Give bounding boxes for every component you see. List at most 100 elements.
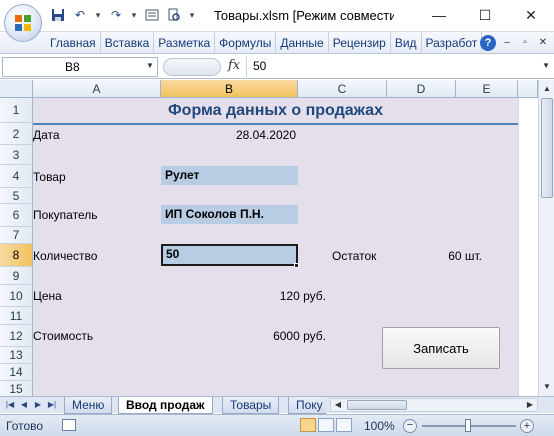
status-ready: Готово [6, 419, 44, 433]
expand-formula-bar-icon[interactable]: ▼ [542, 61, 550, 70]
normal-view-icon[interactable] [300, 418, 316, 432]
date-value[interactable]: 28.04.2020 [200, 128, 296, 142]
product-input[interactable]: Рулет [161, 166, 298, 185]
row-header-11[interactable]: 11 [0, 307, 33, 325]
zoom-level[interactable]: 100% [364, 419, 395, 433]
row-header-7[interactable]: 7 [0, 227, 33, 244]
vertical-scroll-thumb[interactable] [541, 98, 553, 198]
formula-input[interactable]: 50 [246, 57, 536, 77]
row-header-5[interactable]: 5 [0, 188, 33, 204]
row-header-10[interactable]: 10 [0, 285, 33, 307]
row-header-14[interactable]: 14 [0, 364, 33, 381]
tab-review[interactable]: Рецензир [329, 32, 391, 54]
workbook-close-button[interactable]: ✕ [536, 36, 550, 50]
maximize-button[interactable]: ☐ [462, 0, 508, 30]
tab-view[interactable]: Вид [391, 32, 422, 54]
title-underline [33, 123, 518, 125]
sheet-tab-buyers[interactable]: Поку [288, 397, 326, 414]
horizontal-scrollbar[interactable]: ◀ ▶ [330, 398, 538, 412]
minimize-button[interactable]: — [416, 0, 462, 30]
write-button[interactable]: Записать [382, 327, 500, 369]
form-title: Форма данных о продажах [168, 102, 383, 119]
column-header-next[interactable] [518, 80, 538, 98]
row-header-4[interactable]: 4 [0, 165, 33, 188]
form-icon[interactable] [144, 7, 160, 23]
row-header-3[interactable]: 3 [0, 145, 33, 165]
row-header-9[interactable]: 9 [0, 267, 33, 285]
workbook-restore-button[interactable]: ▫ [518, 36, 532, 50]
redo-dropdown-icon[interactable]: ▾ [130, 10, 138, 21]
cost-label: Стоимость [33, 329, 94, 343]
scroll-down-icon[interactable]: ▼ [541, 380, 553, 394]
page-break-view-icon[interactable] [336, 418, 352, 432]
column-header-c[interactable]: C [298, 80, 387, 98]
sheet-tab-products[interactable]: Товары [222, 397, 280, 414]
row-header-12[interactable]: 12 [0, 325, 33, 347]
vertical-scrollbar[interactable]: ▲ ▼ [538, 80, 554, 396]
fill-handle[interactable] [294, 263, 299, 268]
office-button[interactable] [4, 4, 42, 42]
row-header-15[interactable]: 15 [0, 381, 33, 396]
ribbon: Главная Вставка Разметка Формулы Данные … [0, 32, 554, 54]
tab-insert[interactable]: Вставка [101, 32, 155, 54]
window-controls: — ☐ ✕ [416, 0, 554, 30]
horizontal-scroll-thumb[interactable] [347, 400, 407, 410]
tab-formulas[interactable]: Формулы [215, 32, 277, 54]
buyer-label: Покупатель [33, 208, 98, 222]
column-header-b[interactable]: B [161, 80, 298, 98]
scroll-left-icon[interactable]: ◀ [332, 399, 344, 411]
blank-cells [518, 98, 538, 396]
tab-home[interactable]: Главная [46, 32, 101, 54]
row-header-6[interactable]: 6 [0, 204, 33, 227]
tab-developer[interactable]: Разработ [422, 32, 483, 54]
redo-icon[interactable]: ↷ [108, 7, 124, 23]
scroll-right-icon[interactable]: ▶ [524, 399, 536, 411]
scroll-up-icon[interactable]: ▲ [541, 82, 553, 96]
price-label: Цена [33, 289, 62, 303]
worksheet-grid: A B C D E 1 2 3 4 5 6 7 8 9 10 11 12 13 … [0, 80, 538, 396]
name-box[interactable]: B8 [2, 57, 158, 77]
formula-bar-splitter[interactable] [163, 58, 221, 76]
sheet-tab-sales-input[interactable]: Ввод продаж [118, 397, 213, 414]
row-header-2[interactable]: 2 [0, 123, 33, 145]
save-icon[interactable] [50, 7, 66, 23]
quantity-input[interactable]: 50 [161, 244, 298, 266]
row-header-8[interactable]: 8 [0, 244, 33, 267]
close-button[interactable]: ✕ [508, 0, 554, 30]
first-sheet-icon[interactable]: |◀ [4, 398, 16, 412]
undo-icon[interactable]: ↶ [72, 7, 88, 23]
zoom-slider-thumb[interactable] [465, 419, 471, 432]
last-sheet-icon[interactable]: ▶| [46, 398, 58, 412]
buyer-input[interactable]: ИП Соколов П.Н. [161, 205, 298, 224]
record-macro-icon[interactable] [62, 419, 76, 431]
sheet-tab-menu[interactable]: Меню [64, 397, 113, 414]
help-icon[interactable]: ? [480, 35, 496, 51]
ribbon-tabs: Главная Вставка Разметка Формулы Данные … [46, 32, 483, 54]
title-bar: ↶ ▾ ↷ ▾ ▾ Товары.xlsm [Режим совместимос… [0, 0, 554, 42]
page-layout-view-icon[interactable] [318, 418, 334, 432]
prev-sheet-icon[interactable]: ◀ [18, 398, 30, 412]
tab-page-layout[interactable]: Разметка [154, 32, 216, 54]
date-label: Дата [33, 128, 60, 142]
ribbon-controls: ? – ▫ ✕ [480, 35, 550, 51]
quick-access-toolbar: ↶ ▾ ↷ ▾ ▾ [50, 7, 196, 23]
tab-data[interactable]: Данные [276, 32, 329, 54]
undo-dropdown-icon[interactable]: ▾ [94, 10, 102, 21]
column-header-d[interactable]: D [387, 80, 456, 98]
customize-qat-icon[interactable]: ▾ [188, 10, 196, 21]
zoom-in-icon[interactable]: + [520, 419, 534, 433]
zoom-out-icon[interactable]: − [403, 419, 417, 433]
name-box-dropdown-icon[interactable]: ▼ [146, 61, 154, 70]
row-header-1[interactable]: 1 [0, 98, 33, 123]
formula-bar: B8 ▼ fx 50 ▼ [0, 55, 554, 79]
price-value: 120 руб. [279, 289, 326, 303]
window-title: Товары.xlsm [Режим совместимости] - Micr… [214, 8, 394, 23]
row-header-13[interactable]: 13 [0, 347, 33, 364]
column-header-e[interactable]: E [456, 80, 518, 98]
column-header-a[interactable]: A [33, 80, 161, 98]
next-sheet-icon[interactable]: ▶ [32, 398, 44, 412]
workbook-minimize-button[interactable]: – [500, 36, 514, 50]
insert-function-icon[interactable]: fx [228, 58, 240, 73]
select-all-corner[interactable] [0, 80, 33, 98]
print-preview-icon[interactable] [166, 7, 182, 23]
